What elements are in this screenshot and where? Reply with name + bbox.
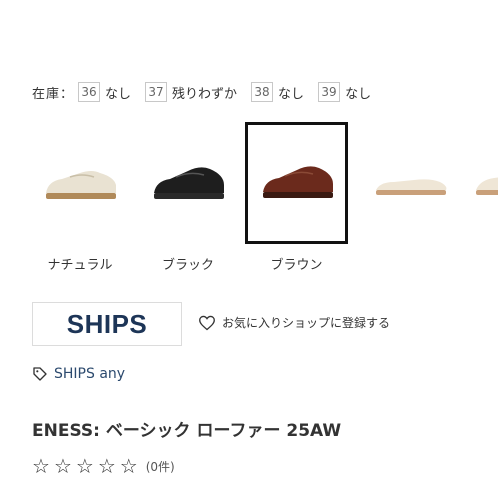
stock-item-38: 38 なし [251, 82, 304, 102]
shoe-thumbnail[interactable] [138, 126, 238, 242]
brand-link-text: SHIPS any [54, 366, 126, 382]
color-option-black[interactable]: ブラック [138, 122, 238, 273]
star-outline-icon: ☆ [97, 454, 116, 478]
stock-status: なし [278, 86, 305, 102]
color-label: ブラウン [270, 258, 323, 273]
stock-status: なし [345, 86, 372, 102]
loafer-image [46, 171, 116, 199]
shoe-thumbnail[interactable] [470, 126, 498, 242]
stock-item-37: 37 残りわずか [145, 82, 237, 102]
size-box[interactable]: 37 [145, 82, 168, 102]
favorite-shop-label: お気に入りショップに登録する [222, 316, 391, 330]
color-label: ブラック [161, 258, 214, 273]
review-count[interactable]: (0件) [146, 458, 175, 475]
color-option-natural[interactable]: ナチュラル [30, 122, 130, 273]
heart-icon [199, 315, 215, 330]
star-outline-icon: ☆ [53, 454, 72, 478]
stock-status: なし [105, 86, 132, 102]
color-option-partial[interactable] [470, 122, 498, 272]
size-box[interactable]: 36 [78, 82, 101, 102]
rating[interactable]: ☆ ☆ ☆ ☆ ☆ (0件) [32, 456, 175, 476]
product-title: ENESS: ベーシック ローファー 25AW [32, 421, 342, 441]
stock-item-36: 36 なし [78, 82, 131, 102]
stock-availability: 在庫： 36 なし 37 残りわずか 38 なし 39 なし [32, 82, 385, 102]
size-box[interactable]: 38 [251, 82, 274, 102]
brand-logo[interactable]: SHIPS [32, 302, 182, 346]
star-outline-icon: ☆ [119, 454, 138, 478]
color-option-beige[interactable] [360, 122, 460, 272]
color-option-brown[interactable]: ブラウン [245, 122, 348, 273]
stock-status: 残りわずか [172, 86, 238, 102]
stock-label: 在庫： [32, 86, 75, 102]
stock-item-39: 39 なし [318, 82, 371, 102]
favorite-shop-button[interactable]: お気に入りショップに登録する [198, 314, 390, 331]
color-label: ナチュラル [47, 258, 113, 273]
shoe-thumbnail[interactable] [30, 126, 130, 242]
loafer-image [376, 179, 447, 195]
loafer-image [262, 166, 333, 198]
star-outline-icon: ☆ [32, 454, 50, 478]
shoe-thumbnail[interactable] [360, 126, 460, 242]
loafer-image [154, 167, 224, 199]
shoe-thumbnail-selected[interactable] [245, 122, 348, 244]
star-outline-icon: ☆ [75, 454, 94, 478]
size-box[interactable]: 39 [318, 82, 341, 102]
color-variant-list: ナチュラル ブラック ブラウン [0, 122, 498, 282]
loafer-image [476, 177, 498, 195]
tag-icon [33, 367, 47, 381]
brand-link[interactable]: SHIPS any [32, 366, 125, 382]
brand-logo-text: SHIPS [66, 308, 148, 339]
